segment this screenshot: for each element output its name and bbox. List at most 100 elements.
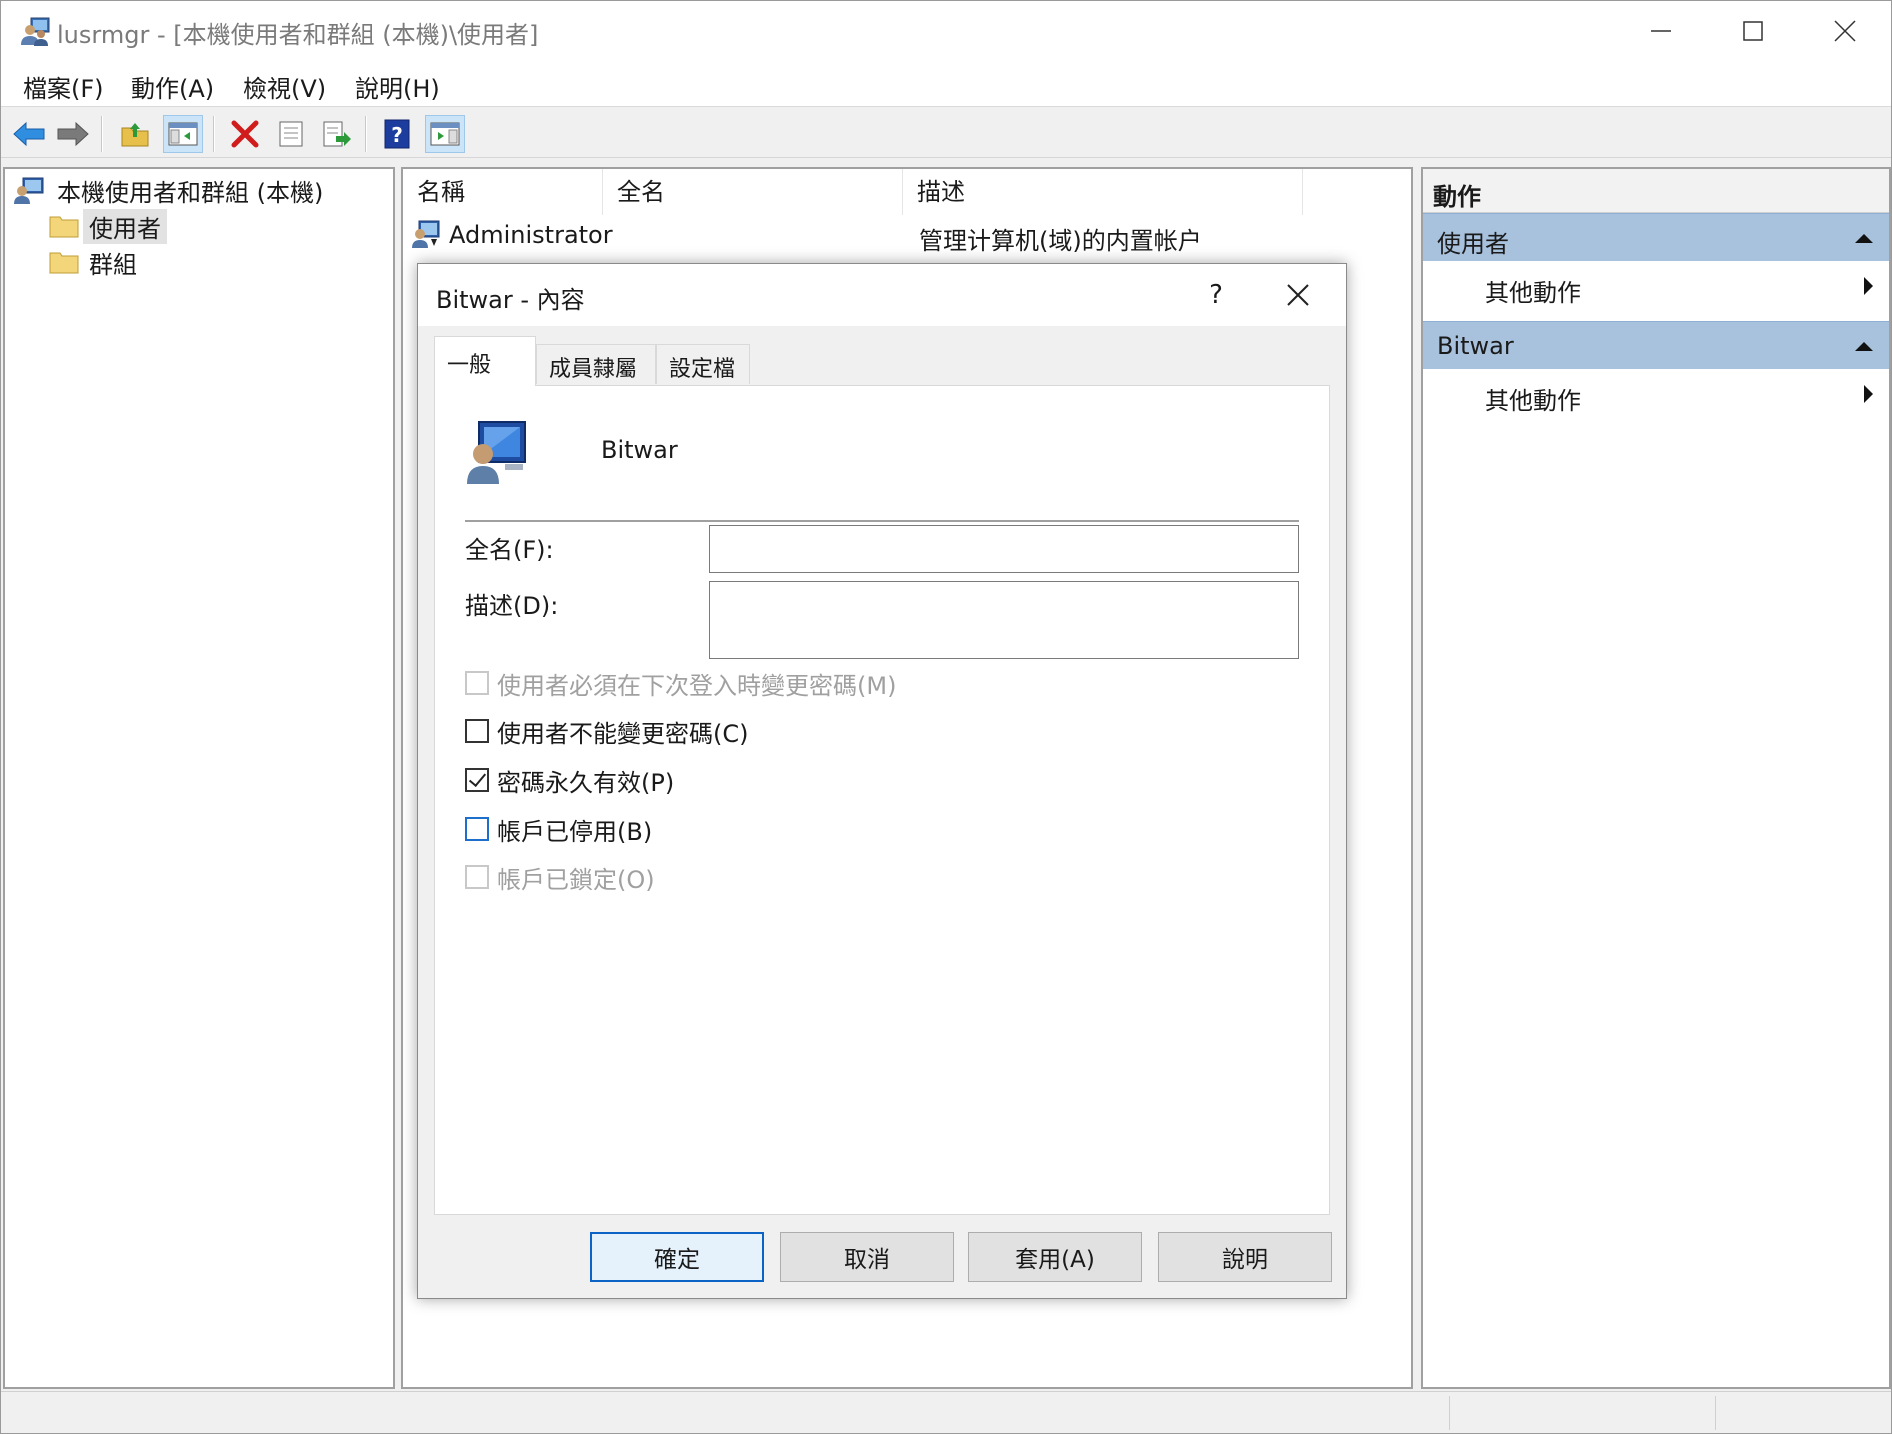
- tab-page-general: Bitwar 全名(F): 描述(D): 使用者必須在下次登入時變更密碼(M) …: [434, 385, 1330, 1215]
- minimize-button[interactable]: [1615, 1, 1707, 61]
- tab-member-of[interactable]: 成員隸屬: [536, 344, 656, 384]
- actions-title: 動作: [1423, 169, 1889, 213]
- apply-button[interactable]: 套用(A): [968, 1232, 1142, 1282]
- tree-item-users[interactable]: 使用者: [49, 208, 167, 244]
- up-one-level-button[interactable]: [115, 115, 155, 153]
- tree-item-groups[interactable]: 群組: [49, 245, 143, 279]
- column-header-description[interactable]: 描述: [903, 169, 1303, 215]
- title-bar: lusrmgr - [本機使用者和群組 (本機)\使用者]: [1, 1, 1891, 61]
- export-list-button[interactable]: [317, 115, 357, 153]
- minimize-icon: [1651, 30, 1671, 32]
- actions-item-more-actions[interactable]: 其他動作: [1423, 371, 1889, 419]
- checkbox-label: 帳戶已停用(B): [497, 817, 653, 846]
- checkbox-label: 使用者不能變更密碼(C): [497, 719, 749, 748]
- status-bar: [1, 1391, 1891, 1433]
- toolbar: ?: [1, 108, 1891, 158]
- help-button[interactable]: ?: [377, 115, 417, 153]
- user-properties-dialog: Bitwar - 內容 ? 一般 成員隸屬 設定檔 Bitwar 全名(F): …: [417, 263, 1347, 1299]
- user-account-icon: [467, 421, 526, 484]
- menu-help[interactable]: 說明(H): [355, 69, 440, 104]
- user-name: Bitwar: [601, 436, 678, 464]
- menu-action[interactable]: 動作(A): [131, 69, 214, 104]
- tree-item-root[interactable]: 本機使用者和群組 (本機): [13, 173, 329, 207]
- maximize-button[interactable]: [1707, 1, 1799, 61]
- back-arrow-icon: [13, 121, 45, 147]
- toolbar-separator: [101, 116, 103, 152]
- collapse-icon: [1855, 234, 1873, 243]
- forward-arrow-icon: [57, 121, 89, 147]
- checkbox-account-disabled[interactable]: 帳戶已停用(B): [465, 812, 652, 846]
- divider: [465, 520, 1299, 522]
- actions-section-bitwar[interactable]: Bitwar: [1423, 321, 1889, 369]
- list-header: 名稱 全名 描述: [403, 169, 1411, 215]
- checkbox-cannot-change-password[interactable]: 使用者不能變更密碼(C): [465, 714, 748, 748]
- dialog-title-bar: Bitwar - 內容 ?: [418, 264, 1346, 326]
- help-icon: ?: [384, 119, 410, 149]
- show-hide-action-pane-icon: [430, 122, 460, 146]
- computer-users-icon: [14, 177, 44, 204]
- dialog-close-button[interactable]: [1268, 270, 1328, 320]
- status-segment: [1449, 1396, 1450, 1430]
- submenu-arrow-icon: [1864, 277, 1873, 295]
- dialog-help-button[interactable]: ?: [1188, 270, 1244, 320]
- actions-item-more-actions[interactable]: 其他動作: [1423, 263, 1889, 311]
- checkbox-account-locked[interactable]: 帳戶已鎖定(O): [465, 860, 655, 894]
- menu-bar: 檔案(F) 動作(A) 檢視(V) 說明(H): [1, 61, 1891, 107]
- ok-button[interactable]: 確定: [590, 1232, 764, 1282]
- checkbox-box-checked: [465, 768, 489, 792]
- checkbox-must-change-password[interactable]: 使用者必須在下次登入時變更密碼(M): [465, 666, 896, 700]
- show-hide-tree-button[interactable]: [163, 115, 203, 153]
- forward-button[interactable]: [53, 115, 93, 153]
- folder-icon: [49, 252, 79, 274]
- submenu-arrow-icon: [1864, 385, 1873, 403]
- checkbox-password-never-expires[interactable]: 密碼永久有效(P): [465, 763, 674, 797]
- column-header-name[interactable]: 名稱: [403, 169, 603, 215]
- menu-file[interactable]: 檔案(F): [23, 69, 104, 104]
- checkbox-label: 使用者必須在下次登入時變更密碼(M): [497, 671, 897, 700]
- delete-button[interactable]: [225, 115, 265, 153]
- cell-name: Administrator: [449, 221, 613, 249]
- checkbox-box: [465, 865, 489, 889]
- fullname-label: 全名(F):: [465, 536, 554, 564]
- properties-button[interactable]: [271, 115, 311, 153]
- toolbar-separator: [365, 116, 367, 152]
- user-account-icon: [412, 220, 440, 248]
- menu-view[interactable]: 檢視(V): [243, 69, 326, 104]
- checkbox-label: 帳戶已鎖定(O): [497, 865, 655, 894]
- tree-groups-label: 群組: [89, 250, 137, 279]
- delete-icon: [231, 120, 259, 148]
- maximize-icon: [1743, 21, 1763, 41]
- back-button[interactable]: [9, 115, 49, 153]
- show-hide-action-pane-button[interactable]: [425, 115, 465, 153]
- window-title: lusrmgr - [本機使用者和群組 (本機)\使用者]: [57, 21, 539, 49]
- actions-section-label: Bitwar: [1437, 332, 1514, 360]
- fullname-input[interactable]: [709, 525, 1299, 573]
- description-input[interactable]: [709, 581, 1299, 659]
- up-folder-icon: [121, 123, 149, 147]
- table-row[interactable]: Administrator 管理计算机(域)的内置帐户: [411, 217, 1401, 255]
- column-header-fullname[interactable]: 全名: [603, 169, 903, 215]
- close-icon: [1287, 284, 1309, 306]
- help-button[interactable]: 說明: [1158, 1232, 1332, 1282]
- tree-root-label: 本機使用者和群組 (本機): [57, 178, 324, 207]
- tab-general[interactable]: 一般: [434, 336, 536, 386]
- toolbar-separator: [213, 116, 215, 152]
- description-label: 描述(D):: [465, 592, 559, 620]
- folder-icon: [49, 216, 79, 238]
- actions-section-users[interactable]: 使用者: [1423, 213, 1889, 261]
- properties-icon: [279, 121, 303, 147]
- export-list-icon: [323, 121, 351, 147]
- dialog-title: Bitwar - 內容: [436, 286, 585, 314]
- collapse-icon: [1855, 342, 1873, 351]
- show-hide-tree-icon: [168, 122, 198, 146]
- cell-description: 管理计算机(域)的内置帐户: [919, 227, 1202, 255]
- close-button[interactable]: [1799, 1, 1891, 61]
- cancel-button[interactable]: 取消: [780, 1232, 954, 1282]
- status-segment: [1715, 1396, 1716, 1430]
- close-icon: [1834, 20, 1856, 42]
- checkbox-box: [465, 817, 489, 841]
- tab-profile[interactable]: 設定檔: [656, 344, 750, 384]
- users-app-icon: [21, 17, 50, 46]
- actions-pane: 動作 使用者 其他動作 Bitwar 其他動作: [1421, 167, 1891, 1389]
- checkbox-label: 密碼永久有效(P): [497, 768, 675, 797]
